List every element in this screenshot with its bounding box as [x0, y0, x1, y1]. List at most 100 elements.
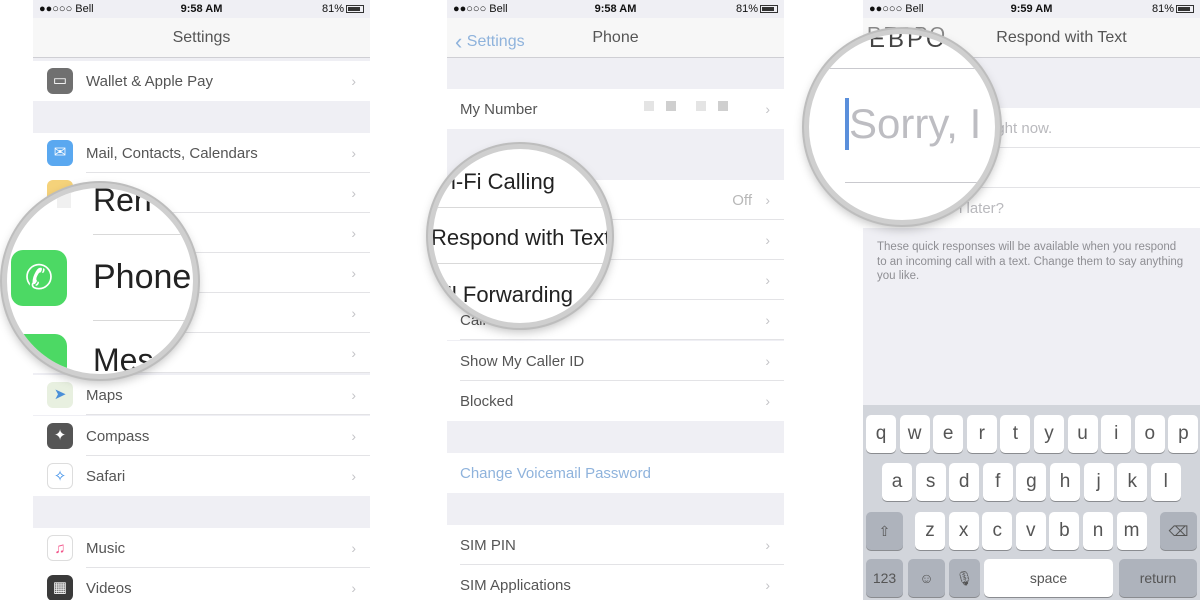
clock: 9:58 AM [180, 3, 223, 15]
key-g[interactable]: g [1016, 463, 1047, 501]
key-x[interactable]: x [948, 512, 979, 550]
clock: 9:59 AM [1010, 3, 1053, 15]
space-key[interactable]: space [984, 559, 1113, 597]
phone-icon: ✆ [11, 250, 67, 306]
nav-bar: ‹ Settings Phone [447, 18, 784, 58]
settings-row-safari[interactable]: ✧ Safari › [33, 456, 370, 496]
magnified-label-phone: Phone [93, 258, 192, 296]
chevron-right-icon: › [765, 272, 770, 288]
wifi-calling-value: Off [732, 192, 752, 209]
row-show-caller-id[interactable]: Show My Caller ID › [447, 341, 784, 381]
redacted-block [696, 101, 706, 111]
chevron-right-icon: › [765, 393, 770, 409]
chevron-right-icon: › [351, 305, 356, 321]
row-label: Music [86, 540, 126, 557]
battery-icon [760, 5, 778, 13]
key-n[interactable]: n [1083, 512, 1113, 550]
key-y[interactable]: y [1034, 415, 1064, 453]
row-label: Change Voicemail Password [460, 465, 651, 482]
maps-icon: ➤ [47, 382, 73, 408]
row-label: Maps [86, 387, 123, 404]
row-sim-applications[interactable]: SIM Applications › [447, 565, 784, 600]
key-u[interactable]: u [1067, 415, 1098, 453]
key-j[interactable]: j [1083, 463, 1114, 501]
key-c[interactable]: c [982, 512, 1013, 550]
chevron-right-icon: › [351, 468, 356, 484]
row-label: SIM PIN [460, 537, 516, 554]
chevron-right-icon: › [351, 580, 356, 596]
emoji-icon[interactable]: ☺ [908, 559, 945, 597]
magnified-label-top: i-Fi Calling [451, 169, 555, 194]
chevron-right-icon: › [351, 387, 356, 403]
row-sim-pin[interactable]: SIM PIN › [447, 525, 784, 565]
key-a[interactable]: a [882, 463, 912, 501]
page-title: Respond with Text [996, 29, 1127, 46]
microphone-icon[interactable]: 🎙 [949, 559, 980, 597]
key-h[interactable]: h [1050, 463, 1080, 501]
row-label: Blocked [460, 393, 514, 410]
change-voicemail-password-link[interactable]: Change Voicemail Password [447, 453, 784, 493]
key-d[interactable]: d [949, 463, 980, 501]
chevron-right-icon: › [351, 345, 356, 361]
music-icon: ♫ [47, 535, 73, 561]
settings-row-music[interactable]: ♫ Music › [33, 528, 370, 568]
page-title: Phone [592, 29, 639, 46]
settings-row-mail[interactable]: ✉ Mail, Contacts, Calendars › [33, 133, 370, 173]
shift-key[interactable]: ⇧ [866, 512, 903, 550]
backspace-key[interactable]: ⌫ [1160, 512, 1197, 550]
settings-row-wallet[interactable]: ▭ Wallet & Apple Pay › [33, 61, 370, 101]
magnified-label-bottom: Mes [93, 342, 154, 378]
key-l[interactable]: l [1150, 463, 1181, 501]
row-my-number[interactable]: My Number › [447, 89, 784, 129]
response-text-input[interactable]: Sorry, I [849, 100, 981, 148]
key-p[interactable]: p [1168, 415, 1199, 453]
settings-row-compass[interactable]: ✦ Compass › [33, 416, 370, 456]
redacted-block [718, 101, 728, 111]
numbers-key[interactable]: 123 [866, 559, 903, 597]
magnifier-response-text: EBPO Sorry, I [804, 29, 1000, 225]
chevron-right-icon: › [765, 192, 770, 208]
settings-row-videos[interactable]: ▦ Videos › [33, 568, 370, 600]
settings-row-maps[interactable]: ➤ Maps › [33, 375, 370, 415]
key-q[interactable]: q [866, 415, 896, 453]
status-bar: ●●○○○ Bell 9:58 AM 81% [447, 0, 784, 18]
page-title: Settings [172, 29, 231, 46]
compass-icon: ✦ [47, 423, 73, 449]
chevron-right-icon: › [351, 185, 356, 201]
key-w[interactable]: w [899, 415, 930, 453]
battery-percent: 81% [321, 3, 344, 15]
redacted-block [666, 101, 676, 111]
row-label: Compass [86, 428, 150, 445]
key-b[interactable]: b [1049, 512, 1080, 550]
row-blocked[interactable]: Blocked › [447, 381, 784, 421]
row-label: SIM Applications [460, 577, 571, 594]
row-label: Show My Caller ID [460, 353, 585, 370]
key-k[interactable]: k [1117, 463, 1148, 501]
return-key[interactable]: return [1119, 559, 1197, 597]
key-z[interactable]: z [915, 512, 945, 550]
chevron-right-icon: › [765, 232, 770, 248]
clock: 9:58 AM [594, 3, 637, 15]
key-r[interactable]: r [966, 415, 997, 453]
battery-indicator: 81% [1152, 3, 1194, 15]
key-o[interactable]: o [1134, 415, 1165, 453]
magnified-label-respond: Respond with Text [431, 225, 611, 250]
videos-icon: ▦ [47, 575, 73, 600]
key-f[interactable]: f [982, 463, 1013, 501]
key-t[interactable]: t [1000, 415, 1031, 453]
mail-icon: ✉ [47, 140, 73, 166]
status-bar: ●●○○○ Bell 9:58 AM 81% [33, 0, 370, 18]
chevron-right-icon: › [765, 577, 770, 593]
battery-percent: 81% [735, 3, 758, 15]
battery-icon [1176, 5, 1194, 13]
key-e[interactable]: e [933, 415, 964, 453]
wallet-icon: ▭ [47, 68, 73, 94]
key-m[interactable]: m [1116, 512, 1147, 550]
key-s[interactable]: s [915, 463, 946, 501]
key-v[interactable]: v [1015, 512, 1046, 550]
key-i[interactable]: i [1101, 415, 1132, 453]
chevron-right-icon: › [765, 353, 770, 369]
battery-indicator: 81% [736, 3, 778, 15]
chevron-right-icon: › [765, 537, 770, 553]
messages-icon [11, 334, 67, 374]
